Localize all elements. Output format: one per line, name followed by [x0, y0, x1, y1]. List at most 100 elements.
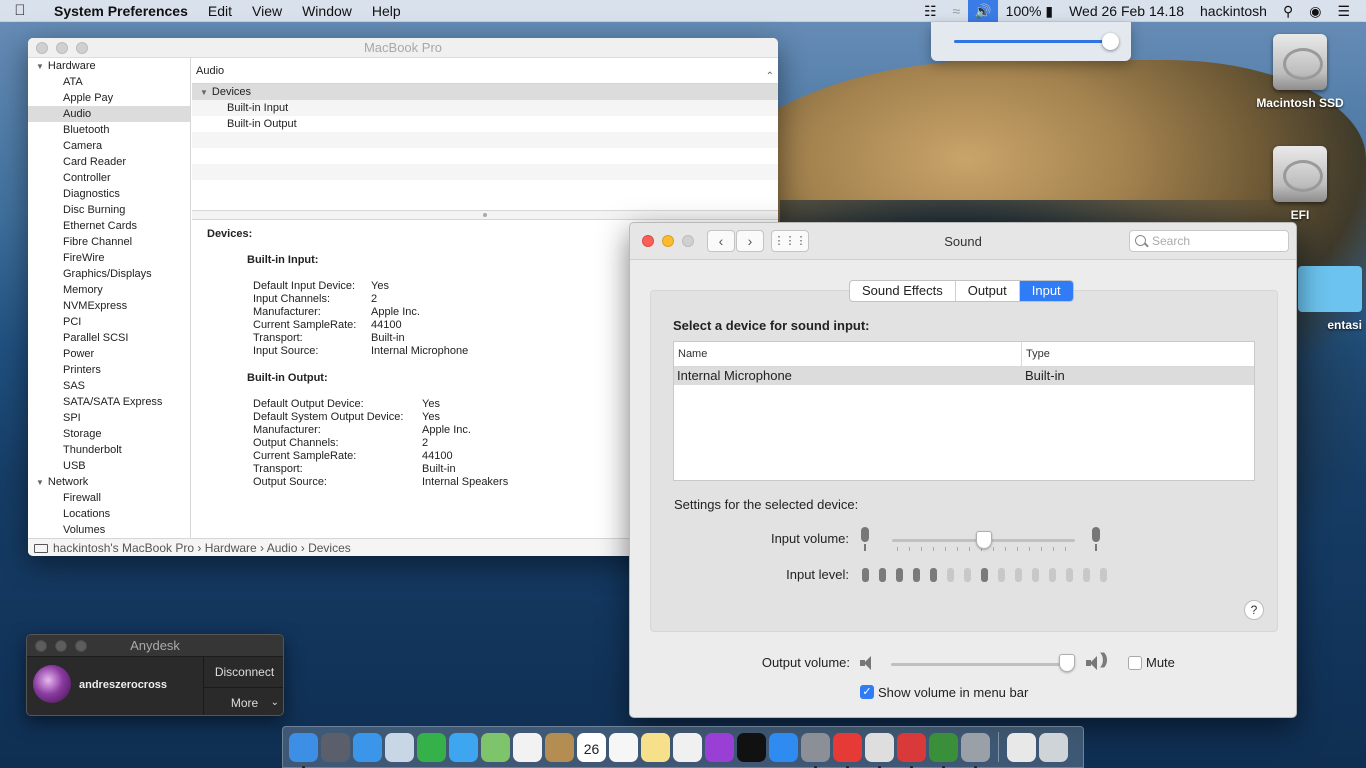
search-field[interactable]: Search: [1129, 230, 1289, 252]
desktop-icon-macintosh-ssd[interactable]: Macintosh SSD: [1245, 34, 1355, 110]
show-volume-checkbox[interactable]: ✓: [860, 685, 874, 699]
column-header-type[interactable]: Type: [1022, 342, 1050, 366]
sidebar-item[interactable]: ATA: [28, 74, 190, 90]
app-utility-icon[interactable]: [961, 732, 990, 768]
facetime-icon[interactable]: [417, 732, 446, 762]
mail-icon[interactable]: [385, 732, 414, 762]
sidebar-item[interactable]: SAS: [28, 378, 190, 394]
finder-icon[interactable]: [289, 732, 318, 768]
show-all-button[interactable]: ⋮⋮⋮: [771, 230, 809, 252]
table-row[interactable]: Internal Microphone Built-in: [674, 367, 1254, 385]
siri-icon[interactable]: ◉: [1301, 3, 1329, 20]
sidebar-item[interactable]: Parallel SCSI: [28, 330, 190, 346]
sidebar-item[interactable]: Disc Burning: [28, 202, 190, 218]
sidebar-item[interactable]: FireWire: [28, 250, 190, 266]
menu-edit[interactable]: Edit: [198, 3, 242, 19]
sidebar-item[interactable]: Printers: [28, 362, 190, 378]
close-button[interactable]: [36, 42, 48, 54]
minimize-button[interactable]: [56, 42, 68, 54]
content-header[interactable]: Audio ⌃: [192, 58, 778, 84]
tree-item-built-in-input[interactable]: Built-in Input: [192, 100, 778, 116]
sidebar-item[interactable]: Camera: [28, 138, 190, 154]
textedit-icon[interactable]: [865, 732, 894, 768]
sidebar-item[interactable]: Bluetooth: [28, 122, 190, 138]
sidebar-item[interactable]: Locations: [28, 506, 190, 522]
contacts-icon[interactable]: [545, 732, 574, 762]
sidebar-item[interactable]: Memory: [28, 282, 190, 298]
safari-icon[interactable]: [353, 732, 382, 762]
launchpad-icon[interactable]: [321, 732, 350, 762]
documents-icon[interactable]: [1007, 732, 1036, 762]
sidebar-item[interactable]: Controller: [28, 170, 190, 186]
sidebar-group[interactable]: Network: [28, 474, 190, 490]
sidebar-item[interactable]: Card Reader: [28, 154, 190, 170]
sidebar-item[interactable]: NVMExpress: [28, 298, 190, 314]
tab-sound-effects[interactable]: Sound Effects: [850, 281, 956, 301]
mute-label[interactable]: Mute: [1146, 655, 1175, 670]
clock[interactable]: Wed 26 Feb 14.18: [1061, 3, 1192, 19]
output-volume-knob[interactable]: [1058, 654, 1075, 672]
close-button[interactable]: [642, 235, 654, 247]
messages-icon[interactable]: [449, 732, 478, 762]
zoom-button[interactable]: [76, 42, 88, 54]
back-button[interactable]: ‹: [707, 230, 735, 252]
sidebar-group[interactable]: Hardware: [28, 58, 190, 74]
tab-output[interactable]: Output: [956, 281, 1020, 301]
sidebar-item[interactable]: Storage: [28, 426, 190, 442]
apple-menu-icon[interactable]: : [0, 2, 40, 19]
input-volume-knob[interactable]: [975, 531, 992, 549]
notification-center-icon[interactable]: ☰: [1329, 3, 1358, 20]
tree-group-devices[interactable]: Devices: [192, 84, 778, 100]
notes-icon[interactable]: [641, 732, 670, 762]
reminders-icon[interactable]: [609, 732, 638, 762]
trash-icon[interactable]: [1039, 732, 1068, 762]
sidebar-item[interactable]: SATA/SATA Express: [28, 394, 190, 410]
calendar-icon[interactable]: 26: [577, 732, 606, 762]
disconnect-button[interactable]: Disconnect: [204, 657, 283, 687]
menu-view[interactable]: View: [242, 3, 292, 19]
tab-input[interactable]: Input: [1019, 281, 1073, 301]
zoom-button[interactable]: [682, 235, 694, 247]
sidebar-item[interactable]: Thunderbolt: [28, 442, 190, 458]
maps-icon[interactable]: [481, 732, 510, 762]
menu-window[interactable]: Window: [292, 3, 362, 19]
minimize-button[interactable]: [662, 235, 674, 247]
system-preferences-icon[interactable]: [801, 732, 830, 768]
sidebar-item[interactable]: SPI: [28, 410, 190, 426]
desktop-icon-efi[interactable]: EFI: [1245, 146, 1355, 222]
sidebar-item[interactable]: PCI: [28, 314, 190, 330]
app-green-icon[interactable]: [929, 732, 958, 768]
sidebar-item[interactable]: Power: [28, 346, 190, 362]
user-menu[interactable]: hackintosh: [1192, 3, 1275, 19]
spotlight-icon[interactable]: ⚲: [1275, 3, 1301, 20]
sidebar-item[interactable]: Diagnostics: [28, 186, 190, 202]
zoom-button[interactable]: [75, 640, 87, 652]
column-header-name[interactable]: Name: [674, 342, 1022, 366]
sidebar-item[interactable]: Graphics/Displays: [28, 266, 190, 282]
app-menu[interactable]: System Preferences: [40, 3, 198, 19]
sidebar-item[interactable]: Apple Pay: [28, 90, 190, 106]
music-icon[interactable]: [673, 732, 702, 762]
sidebar-item[interactable]: Volumes: [28, 522, 190, 538]
wifi-icon[interactable]: ≈: [945, 3, 969, 19]
battery-status[interactable]: 100% ▮: [998, 3, 1061, 20]
sidebar-item[interactable]: Firewall: [28, 490, 190, 506]
volume-slider-knob[interactable]: [1102, 33, 1119, 50]
photos-icon[interactable]: [513, 732, 542, 762]
output-volume-track[interactable]: [891, 663, 1074, 666]
menu-help[interactable]: Help: [362, 3, 411, 19]
podcasts-icon[interactable]: [705, 732, 734, 762]
tv-icon[interactable]: [737, 732, 766, 762]
app-store-icon[interactable]: [769, 732, 798, 762]
volume-slider-track[interactable]: [954, 40, 1112, 43]
sidebar-item[interactable]: USB: [28, 458, 190, 474]
minimize-button[interactable]: [55, 640, 67, 652]
show-volume-label[interactable]: Show volume in menu bar: [878, 685, 1028, 700]
sidebar-item[interactable]: Audio: [28, 106, 190, 122]
forward-button[interactable]: ›: [736, 230, 764, 252]
sidebar-item[interactable]: Ethernet Cards: [28, 218, 190, 234]
more-button[interactable]: More ⌄: [204, 687, 283, 715]
tree-item-built-in-output[interactable]: Built-in Output: [192, 116, 778, 132]
close-button[interactable]: [35, 640, 47, 652]
sidebar-item[interactable]: Fibre Channel: [28, 234, 190, 250]
